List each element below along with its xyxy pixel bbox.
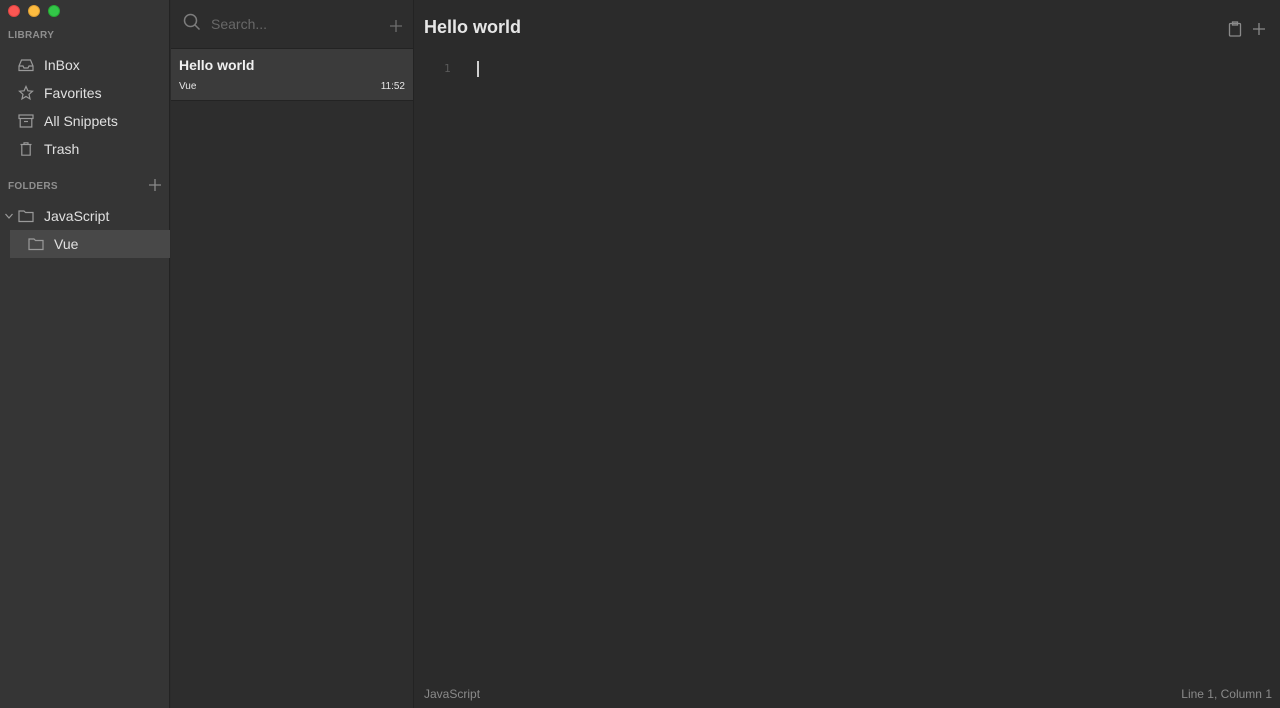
editor-panel: Hello world 1 JavaScript Line 1, Column …: [415, 0, 1280, 708]
sidebar: LIBRARY InBox Favorites All Snippets Tra…: [0, 0, 170, 708]
inbox-icon: [18, 57, 34, 73]
snippet-time: 11:52: [380, 81, 405, 92]
search-bar: [171, 0, 413, 49]
language-selector[interactable]: JavaScript: [424, 687, 480, 701]
minimize-window-button[interactable]: [28, 5, 40, 17]
folders-section-title: FOLDERS: [8, 181, 58, 192]
zoom-window-button[interactable]: [48, 5, 60, 17]
snippet-list-item[interactable]: Hello world Vue 11:52: [171, 49, 413, 101]
search-icon: [183, 13, 201, 36]
folder-vue[interactable]: Vue: [10, 230, 170, 258]
folder-icon: [18, 209, 34, 223]
sidebar-item-label: InBox: [44, 57, 80, 73]
folder-label: JavaScript: [44, 208, 110, 224]
folder-javascript[interactable]: JavaScript: [0, 202, 170, 230]
sidebar-item-label: Favorites: [44, 85, 102, 101]
trash-icon: [18, 141, 34, 157]
cursor-position: Line 1, Column 1: [1181, 687, 1272, 701]
archive-icon: [18, 113, 34, 129]
add-snippet-button[interactable]: [389, 19, 403, 38]
window-controls: [8, 5, 60, 17]
sidebar-item-label: Trash: [44, 141, 80, 157]
sidebar-item-label: All Snippets: [44, 113, 118, 129]
copy-snippet-button[interactable]: [1228, 21, 1242, 37]
chevron-down-icon[interactable]: [4, 211, 14, 221]
folder-icon: [28, 237, 44, 251]
sidebar-item-favorites[interactable]: Favorites: [10, 79, 170, 107]
editor-actions: [1228, 21, 1266, 37]
sidebar-item-inbox[interactable]: InBox: [10, 51, 170, 79]
search-input[interactable]: [211, 16, 371, 32]
close-window-button[interactable]: [8, 5, 20, 17]
plus-icon: [149, 179, 161, 191]
add-fragment-button[interactable]: [1252, 22, 1266, 36]
sidebar-item-trash[interactable]: Trash: [10, 135, 170, 163]
snippet-title: Hello world: [179, 57, 255, 73]
clipboard-icon: [1228, 21, 1242, 37]
line-number: 1: [444, 62, 451, 75]
code-editor-cursor[interactable]: [477, 61, 479, 77]
sidebar-item-all-snippets[interactable]: All Snippets: [10, 107, 170, 135]
plus-icon: [1253, 23, 1265, 35]
snippet-title-field[interactable]: Hello world: [424, 17, 521, 38]
folder-label: Vue: [54, 236, 79, 252]
snippet-list-panel: Hello world Vue 11:52: [171, 0, 414, 708]
star-icon: [18, 85, 34, 101]
library-section-title: LIBRARY: [8, 30, 55, 41]
snippet-folder: Vue: [179, 81, 197, 92]
plus-icon: [390, 20, 402, 32]
add-folder-button[interactable]: [148, 178, 162, 192]
